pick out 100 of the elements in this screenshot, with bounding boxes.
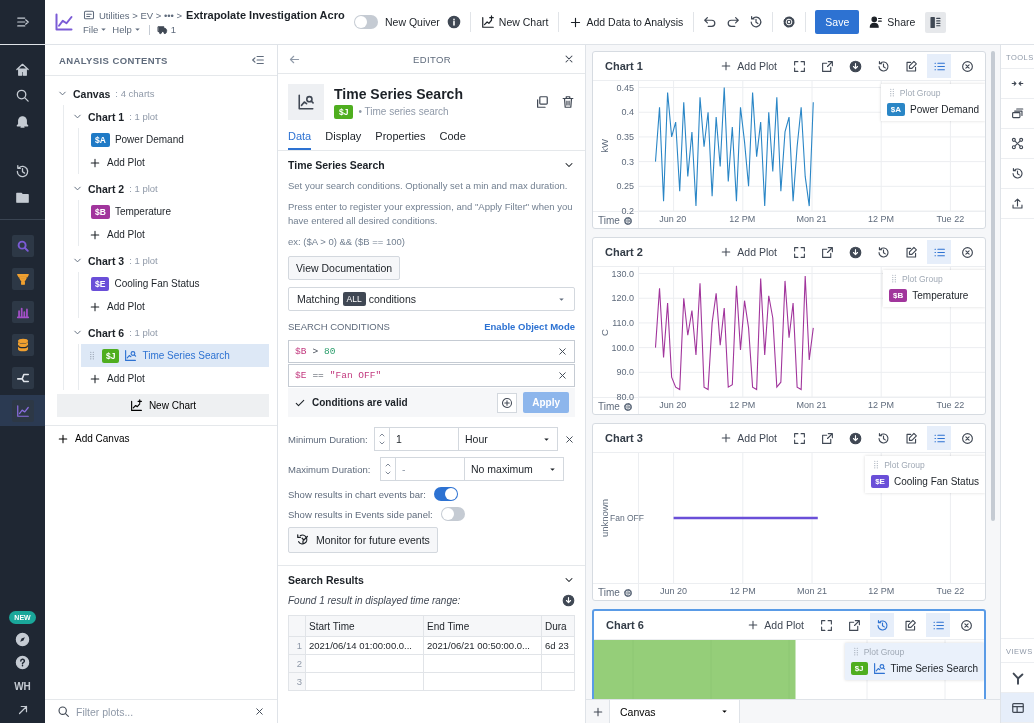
new-chart-button[interactable]: New Chart [479,11,550,33]
axis-title: Time [598,216,620,226]
axis-label: C [599,328,610,336]
funnel-icon [15,271,30,286]
analysis-title: Extrapolate Investigation Acro [186,9,345,21]
redo-icon[interactable] [726,15,741,29]
add-plot-button[interactable]: Add Plot [87,151,145,174]
unit-dropdown[interactable]: Hour [459,433,557,445]
tick-label: 12 PM [868,587,895,596]
tick-label: 0.35 [616,132,634,142]
user-initials[interactable]: WH [14,678,31,695]
edit-icon [904,59,918,73]
new-chart-icon [480,15,495,29]
clear-icon[interactable] [254,706,265,717]
settings-icon[interactable] [622,588,633,598]
chart-search-icon [124,349,138,362]
add-canvas-button[interactable]: Add Canvas [45,425,277,451]
toggle-switch[interactable] [354,15,378,29]
chart-title: Chart 2 [605,246,643,258]
add-condition-button[interactable] [497,392,518,413]
history-icon[interactable] [749,15,764,29]
download-icon[interactable] [562,594,575,607]
layers-icon [1011,107,1024,120]
add-plot-button[interactable]: Add Plot [720,60,777,72]
legend-header: Plot Group [899,88,941,98]
plot-item[interactable]: $J Time Series Search [81,344,269,367]
tab[interactable]: Display [325,126,362,150]
series-tag: $E [871,475,889,488]
tick-label: Tue 22 [936,401,965,410]
field-label: Maximum Duration: [288,463,372,475]
tick-label: 130.0 [611,269,634,279]
condition-field[interactable]: $B > 80 [288,340,575,363]
unit-dropdown[interactable]: No maximum [465,463,563,475]
view-documentation-button[interactable]: View Documentation [288,256,401,280]
tab[interactable]: Properties [375,126,426,150]
count-label: : 1 plot [129,183,158,194]
field-label: Minimum Duration: [288,433,368,445]
plot-item[interactable]: $A Power Demand [87,128,269,151]
new-chart-icon [129,399,143,412]
chart-search-icon [872,662,886,675]
search-icon [15,238,30,253]
add-plot-button[interactable]: Add Plot [87,367,145,390]
branch-icon [1010,670,1025,685]
tick-label: 12 PM [729,215,756,224]
new-chart-button[interactable]: New Chart [57,394,269,417]
toggle-label: Show results in Events side panel: [288,508,433,520]
line-chart-icon[interactable] [54,12,74,32]
add-plot-button[interactable]: Add Plot [87,295,145,318]
chart-label[interactable]: Chart 1 [88,110,125,123]
collapse-list-icon[interactable] [251,53,265,67]
download-icon [848,431,862,445]
panel-toggle[interactable] [925,11,947,33]
info-icon[interactable] [446,15,461,29]
add-plot-button[interactable]: Add Plot [747,619,804,631]
database-icon [15,337,30,352]
canvas-label[interactable]: Canvas [73,87,111,100]
canvas-tab[interactable]: Canvas [610,700,740,723]
toggle-switch[interactable] [433,487,458,501]
settings-icon[interactable] [622,216,633,226]
add-plot-button[interactable]: Add Plot [720,432,777,444]
toggle-switch[interactable] [440,507,465,521]
matching-dropdown[interactable]: Matching ALL conditions [288,287,575,311]
upload-icon [1011,197,1024,210]
menu-item[interactable]: Help [112,24,142,35]
scrollbar[interactable] [991,51,995,521]
copy-icon[interactable] [535,95,549,109]
tab[interactable]: Code [439,126,466,150]
menu-button[interactable] [0,0,45,44]
tab[interactable]: Data [288,126,312,150]
add-plot-button[interactable]: Add Plot [87,223,145,246]
plot-item[interactable]: $E Cooling Fan Status [87,272,269,295]
save-button[interactable]: Save [815,10,860,34]
remove-icon[interactable] [557,370,568,381]
edit-icon [903,618,917,632]
settings-icon[interactable] [622,402,633,412]
add-data-button[interactable]: Add Data to Analysis [568,11,685,33]
trash-icon[interactable] [561,95,575,109]
add-plot-button[interactable]: Add Plot [720,246,777,258]
share-button[interactable]: Share [868,11,917,33]
condition-field[interactable]: $E == "Fan OFF" [288,364,575,387]
compass-icon[interactable] [15,632,30,647]
clear-icon[interactable] [564,433,575,445]
remove-icon[interactable] [557,346,568,357]
close-icon[interactable] [563,53,575,65]
view-button[interactable] [1001,693,1034,723]
chart-label[interactable]: Chart 6 [88,326,125,339]
chart-label[interactable]: Chart 2 [88,182,125,195]
undo-icon[interactable] [703,15,718,29]
tick-label: 120.0 [611,293,634,303]
chart-label[interactable]: Chart 3 [88,254,125,267]
settings-icon[interactable] [782,15,797,29]
plot-item[interactable]: $B Temperature [87,200,269,223]
duration-field[interactable]: 1 [390,428,459,450]
help-icon[interactable] [15,655,30,670]
monitor-button[interactable]: Monitor for future events [288,527,438,553]
section-title: Search Results [288,574,364,586]
legend-label: Temperature [912,290,969,301]
enable-object-mode-link[interactable]: Enable Object Mode [484,321,575,332]
tick-label: 0.45 [616,83,634,93]
menu-item[interactable]: File [83,24,109,35]
